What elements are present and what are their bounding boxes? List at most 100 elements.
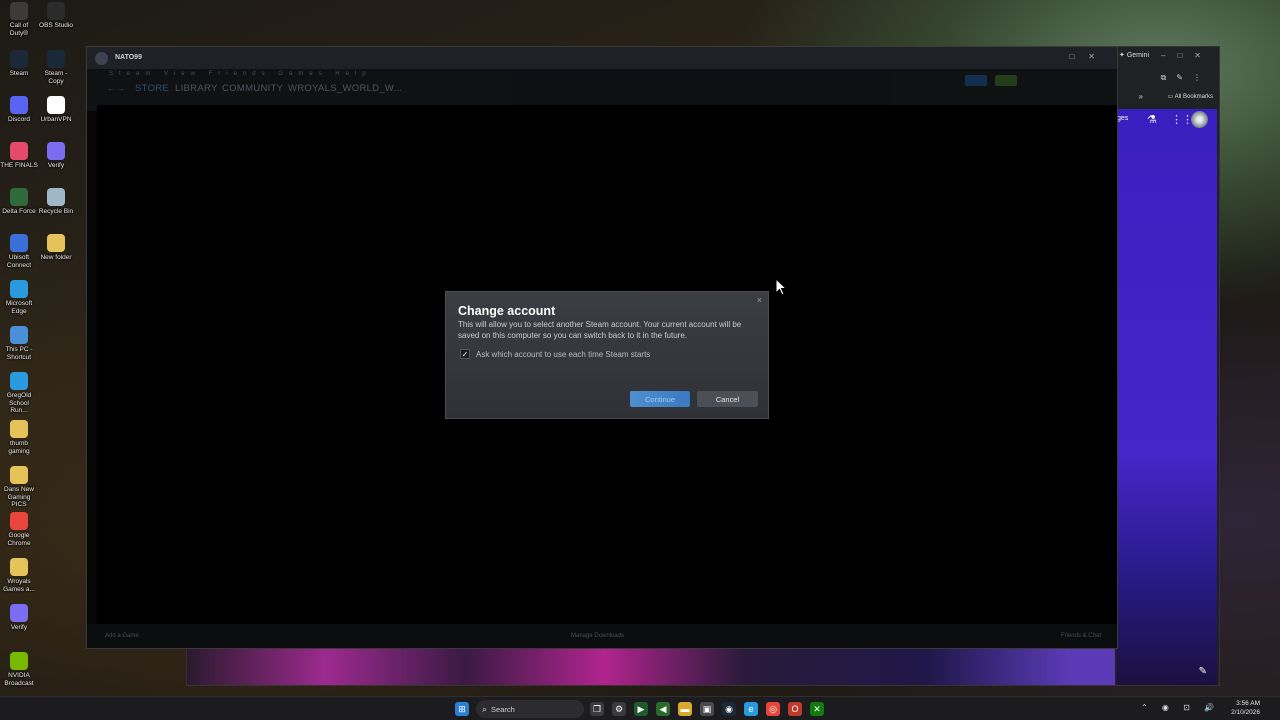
notifications-button[interactable]	[995, 75, 1017, 86]
xbox-icon[interactable]: ✕	[810, 702, 824, 716]
edit-pencil-icon[interactable]: ✎	[1199, 666, 1207, 677]
start-button-windows-icon[interactable]: ⊞	[455, 702, 469, 716]
desktop-icon[interactable]: NVIDIA Broadcast	[0, 652, 38, 687]
desktop-icon[interactable]: Discord	[0, 96, 38, 124]
gemini-page: ges ⚗ ⋮⋮ ✎	[1117, 109, 1217, 685]
steam-logo-icon	[95, 52, 108, 65]
ask-account-checkbox-row[interactable]: ✓ Ask which account to use each time Ste…	[460, 349, 650, 359]
close-icon[interactable]: ×	[757, 295, 762, 305]
task-view-icon[interactable]: ❐	[590, 702, 604, 716]
desktop-icon-label: Wroyals Games a...	[3, 578, 35, 593]
steam-window-title: NATO99	[115, 54, 142, 61]
taskbar-clock[interactable]: 3:56 AM 2/10/2026	[1231, 700, 1260, 717]
desktop-icon[interactable]: UrbanVPN	[37, 96, 75, 124]
bookmarks-chevron-icon[interactable]: »	[1139, 92, 1143, 101]
desktop-icon[interactable]: Ubisoft Connect	[0, 234, 38, 269]
edge-icon[interactable]: e	[744, 702, 758, 716]
back-forward-icon[interactable]: ← →	[107, 84, 125, 93]
desktop-icon-label: Delta Force	[2, 208, 36, 215]
desktop-icon[interactable]: Wroyals Games a...	[0, 558, 38, 593]
nav-profile[interactable]: WROYALS_WORLD_W...	[288, 83, 403, 94]
desktop-icon[interactable]: Microsoft Edge	[0, 280, 38, 315]
desktop-icon[interactable]: thumb gaming	[0, 420, 38, 455]
steam-header-buttons[interactable]	[961, 73, 1017, 91]
app-icon	[47, 142, 65, 160]
opera-icon[interactable]: O	[788, 702, 802, 716]
desktop-icon[interactable]: This PC - Shortcut	[0, 326, 38, 361]
file-explorer-icon[interactable]: ▬	[678, 702, 692, 716]
nav-store[interactable]: STORE	[135, 83, 169, 94]
gemini-tab[interactable]: ✦ Gemini	[1119, 51, 1149, 59]
labs-flask-icon[interactable]: ⚗	[1147, 113, 1157, 126]
app-icon	[47, 234, 65, 252]
friends-chat-button[interactable]: Friends & Chat	[1061, 633, 1101, 639]
desktop-icon[interactable]: Recycle Bin	[37, 188, 75, 216]
app-icon	[47, 50, 65, 68]
desktop-icon-label: OBS Studio	[39, 22, 73, 29]
steam-taskbar-icon[interactable]: ◉	[722, 702, 736, 716]
app-icon	[10, 558, 28, 576]
steam-window-controls[interactable]: □✕	[1069, 52, 1109, 61]
app-icon	[10, 96, 28, 114]
app-icon	[47, 2, 65, 20]
gaming-app-icon[interactable]: ◀	[656, 702, 670, 716]
ask-account-checkbox-label[interactable]: Ask which account to use each time Steam…	[476, 350, 650, 359]
google-apps-icon[interactable]: ⋮⋮	[1171, 113, 1193, 126]
change-account-dialog: × Change account This will allow you to …	[445, 291, 769, 419]
desktop-icon[interactable]: OBS Studio	[37, 2, 75, 30]
nav-library[interactable]: LIBRARY	[175, 83, 218, 94]
dialog-message: This will allow you to select another St…	[458, 320, 742, 340]
app-icon	[47, 96, 65, 114]
cancel-button[interactable]: Cancel	[697, 391, 758, 407]
app-icon	[10, 142, 28, 160]
app-icon	[10, 420, 28, 438]
steam-titlebar[interactable]: NATO99 □✕	[87, 47, 1117, 69]
chrome-icon[interactable]: ◎	[766, 702, 780, 716]
desktop-icon-label: THE FINALS	[0, 162, 38, 169]
desktop-icon[interactable]: GregOld School Run...	[0, 372, 38, 415]
desktop-icon[interactable]: THE FINALS	[0, 142, 38, 170]
desktop-icon-label: Call of Duty®	[9, 22, 29, 37]
desktop-icon[interactable]: New folder	[37, 234, 75, 262]
chrome-window-controls[interactable]: –□✕	[1161, 51, 1213, 60]
ask-account-checkbox[interactable]: ✓	[460, 349, 470, 359]
chrome-visible-area: ✦ Gemini –□✕ ⧉✎⋮ » ▭ All Bookmarks ges ⚗…	[1115, 47, 1219, 685]
desktop-icon[interactable]: Verify	[0, 604, 38, 632]
clock-time: 3:56 AM	[1236, 700, 1260, 707]
play-games-icon[interactable]: ▶	[634, 702, 648, 716]
desktop-icon[interactable]: Call of Duty®	[0, 2, 38, 37]
app-icon	[47, 188, 65, 206]
search-icon: ⌕	[482, 703, 488, 714]
desktop-icon-label: thumb gaming	[8, 440, 30, 455]
desktop-icon[interactable]: Dans New Gaming PICS	[0, 466, 38, 509]
app-icon	[10, 2, 28, 20]
app-icon	[10, 512, 28, 530]
desktop-icon-label: Google Chrome	[7, 532, 31, 547]
folder-icon: ▭	[1167, 94, 1175, 100]
settings-gear-icon[interactable]: ⚙	[612, 702, 626, 716]
broadcast-button[interactable]	[964, 75, 987, 86]
desktop-icon[interactable]: Verify	[37, 142, 75, 170]
desktop-icon-label: New folder	[40, 254, 72, 261]
nav-community[interactable]: COMMUNITY	[222, 83, 283, 94]
steam-menu-items[interactable]: Steam View Friends Games Help	[109, 71, 372, 77]
all-bookmarks-button[interactable]: ▭ All Bookmarks	[1168, 93, 1213, 100]
steam-menubar: Steam View Friends Games Help ← → STORE …	[87, 69, 1117, 105]
app-icon	[10, 188, 28, 206]
desktop-icon-label: Discord	[7, 116, 31, 123]
add-game-button[interactable]: Add a Game	[105, 633, 139, 639]
desktop-icon[interactable]: Google Chrome	[0, 512, 38, 547]
taskbar-search-box[interactable]: ⌕ Search	[476, 700, 584, 718]
desktop-icon[interactable]: Steam - Copy	[37, 50, 75, 85]
continue-button[interactable]: Continue	[630, 391, 690, 407]
chrome-toolbar-icons[interactable]: ⧉✎⋮	[1161, 73, 1211, 83]
desktop-icon[interactable]: Steam	[0, 50, 38, 78]
manage-downloads-button[interactable]: Manage Downloads	[571, 633, 624, 639]
app-icon	[10, 466, 28, 484]
system-tray-icons[interactable]: ⌃ ◉ ⊡ 🔊	[1141, 703, 1220, 712]
steam-statusbar: Add a Game Manage Downloads Friends & Ch…	[87, 624, 1117, 648]
store-icon[interactable]: ▣	[700, 702, 714, 716]
desktop-icon-label: Verify	[10, 624, 28, 631]
profile-avatar[interactable]	[1191, 111, 1208, 128]
desktop-icon[interactable]: Delta Force	[0, 188, 38, 216]
